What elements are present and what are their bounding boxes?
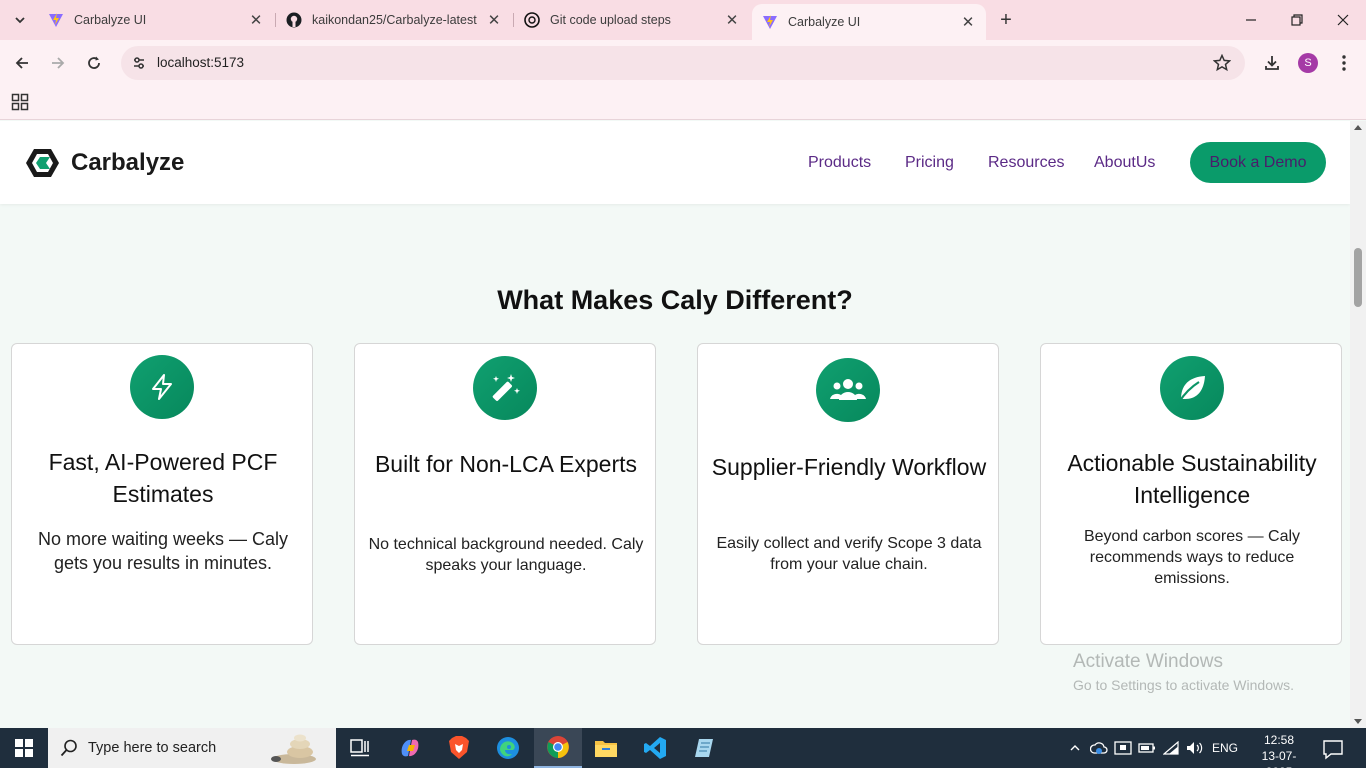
brand-logo[interactable]: Carbalyze [26, 148, 184, 178]
watermark-subtitle: Go to Settings to activate Windows. [1073, 677, 1294, 693]
meet-now-icon[interactable] [1113, 738, 1133, 758]
site-header: Carbalyze Products Pricing Resources Abo… [0, 121, 1350, 204]
battery-icon[interactable] [1137, 738, 1157, 758]
forward-arrow-icon[interactable] [44, 49, 72, 77]
tab-close-icon[interactable]: ✕ [958, 12, 978, 32]
card-description: Easily collect and verify Scope 3 data f… [716, 535, 982, 573]
task-view-icon[interactable] [336, 728, 384, 768]
chrome-icon[interactable] [534, 728, 582, 768]
tray-overflow-chevron-icon[interactable] [1065, 738, 1085, 758]
brand-name: Carbalyze [71, 149, 185, 176]
feature-card-intelligence: Actionable Sustainability Intelligence B… [1040, 343, 1342, 645]
kebab-menu-icon[interactable] [1330, 49, 1358, 77]
vite-icon [48, 12, 64, 28]
profile-avatar[interactable]: S [1294, 49, 1322, 77]
chatgpt-icon [524, 12, 540, 28]
volume-icon[interactable] [1185, 738, 1205, 758]
tab-title: kaikondan25/Carbalyze-latest [312, 13, 477, 27]
scroll-down-arrow-icon[interactable] [1354, 719, 1362, 724]
site-info-icon[interactable] [131, 55, 147, 71]
download-icon[interactable] [1258, 49, 1286, 77]
nav-resources[interactable]: Resources [988, 154, 1064, 172]
nav-products[interactable]: Products [808, 154, 871, 172]
card-title: Actionable Sustainability Intelligence [1067, 450, 1317, 508]
file-explorer-icon[interactable] [582, 728, 630, 768]
tab-git-upload[interactable]: Git code upload steps ✕ [514, 4, 750, 36]
tab-title: Carbalyze UI [74, 13, 147, 27]
lightning-icon [130, 355, 194, 419]
tab-close-icon[interactable]: ✕ [484, 10, 504, 30]
wifi-icon[interactable] [1161, 738, 1181, 758]
windows-taskbar: Type here to search ENG 12:58 13-07- [0, 728, 1366, 768]
card-title: Built for Non-LCA Experts [374, 451, 638, 477]
vite-icon [762, 14, 778, 30]
vscode-icon[interactable] [631, 728, 679, 768]
feature-card-supplier: Supplier-Friendly Workflow Easily collec… [697, 343, 999, 645]
nav-aboutus[interactable]: AboutUs [1094, 154, 1155, 172]
card-description: No more waiting weeks — Caly gets you re… [37, 529, 289, 573]
new-tab-plus-icon[interactable]: + [994, 8, 1018, 32]
nav-pricing[interactable]: Pricing [905, 154, 954, 172]
page-scrollbar[interactable] [1350, 121, 1366, 728]
card-title: Supplier-Friendly Workflow [711, 454, 987, 480]
feature-card-fast-pcf: Fast, AI-Powered PCF Estimates No more w… [11, 343, 313, 645]
search-highlight-stones-icon [264, 734, 320, 764]
apps-grid-icon[interactable] [11, 93, 29, 111]
tab-title: Git code upload steps [550, 13, 671, 27]
taskbar-search-box[interactable]: Type here to search [48, 728, 336, 768]
copilot-icon[interactable] [386, 728, 434, 768]
restore-icon[interactable] [1274, 6, 1320, 34]
github-icon [286, 12, 302, 28]
clock-date: 13-07-2025 [1261, 749, 1297, 768]
magic-wand-icon [473, 356, 537, 420]
system-clock[interactable]: 12:58 13-07-2025 [1251, 732, 1307, 768]
card-description: Beyond carbon scores — Caly recommends w… [1083, 528, 1301, 587]
onedrive-cloud-icon[interactable] [1089, 738, 1109, 758]
book-demo-button[interactable]: Book a Demo [1190, 142, 1326, 183]
leaf-icon [1160, 356, 1224, 420]
tab-close-icon[interactable]: ✕ [722, 10, 742, 30]
search-placeholder: Type here to search [88, 740, 217, 756]
notepad-icon[interactable] [680, 728, 728, 768]
browser-toolbar: localhost:5173 S [0, 40, 1366, 86]
close-window-icon[interactable] [1320, 6, 1366, 34]
section-title: What Makes Caly Different? [497, 285, 853, 315]
page-viewport: Carbalyze Products Pricing Resources Abo… [0, 121, 1350, 728]
bookmarks-bar [0, 86, 1366, 120]
tab-search-chevron-icon[interactable] [8, 8, 32, 32]
language-indicator[interactable]: ENG [1212, 741, 1238, 755]
notification-center-icon[interactable] [1322, 738, 1344, 760]
tab-close-icon[interactable]: ✕ [246, 10, 266, 30]
activate-windows-watermark: Activate Windows Go to Settings to activ… [1073, 651, 1294, 693]
url-text: localhost:5173 [157, 55, 245, 70]
tab-github[interactable]: kaikondan25/Carbalyze-latest ✕ [276, 4, 512, 36]
brave-icon[interactable] [435, 728, 483, 768]
clock-time: 12:58 [1263, 733, 1295, 747]
reload-icon[interactable] [80, 49, 108, 77]
watermark-title: Activate Windows [1073, 651, 1223, 672]
card-description: No technical background needed. Caly spe… [368, 536, 644, 574]
feature-card-non-lca: Built for Non-LCA Experts No technical b… [354, 343, 656, 645]
tab-title: Carbalyze UI [788, 15, 861, 29]
edge-icon[interactable] [484, 728, 532, 768]
card-title: Fast, AI-Powered PCF Estimates [48, 449, 278, 507]
search-icon [60, 739, 78, 757]
scroll-thumb[interactable] [1354, 248, 1362, 307]
hexagon-logo-icon [26, 149, 59, 177]
minimize-icon[interactable] [1228, 6, 1274, 34]
tab-carbalyze-1[interactable]: Carbalyze UI ✕ [38, 4, 274, 36]
scroll-up-arrow-icon[interactable] [1354, 125, 1362, 130]
profile-initial: S [1298, 53, 1318, 73]
windows-start-icon[interactable] [0, 728, 48, 768]
address-bar[interactable]: localhost:5173 [121, 46, 1245, 80]
users-icon [816, 358, 880, 422]
browser-tab-strip: Carbalyze UI ✕ kaikondan25/Carbalyze-lat… [0, 0, 1366, 40]
bookmark-star-icon[interactable] [1212, 53, 1232, 72]
back-arrow-icon[interactable] [8, 49, 36, 77]
tab-carbalyze-active[interactable]: Carbalyze UI ✕ [752, 4, 986, 40]
